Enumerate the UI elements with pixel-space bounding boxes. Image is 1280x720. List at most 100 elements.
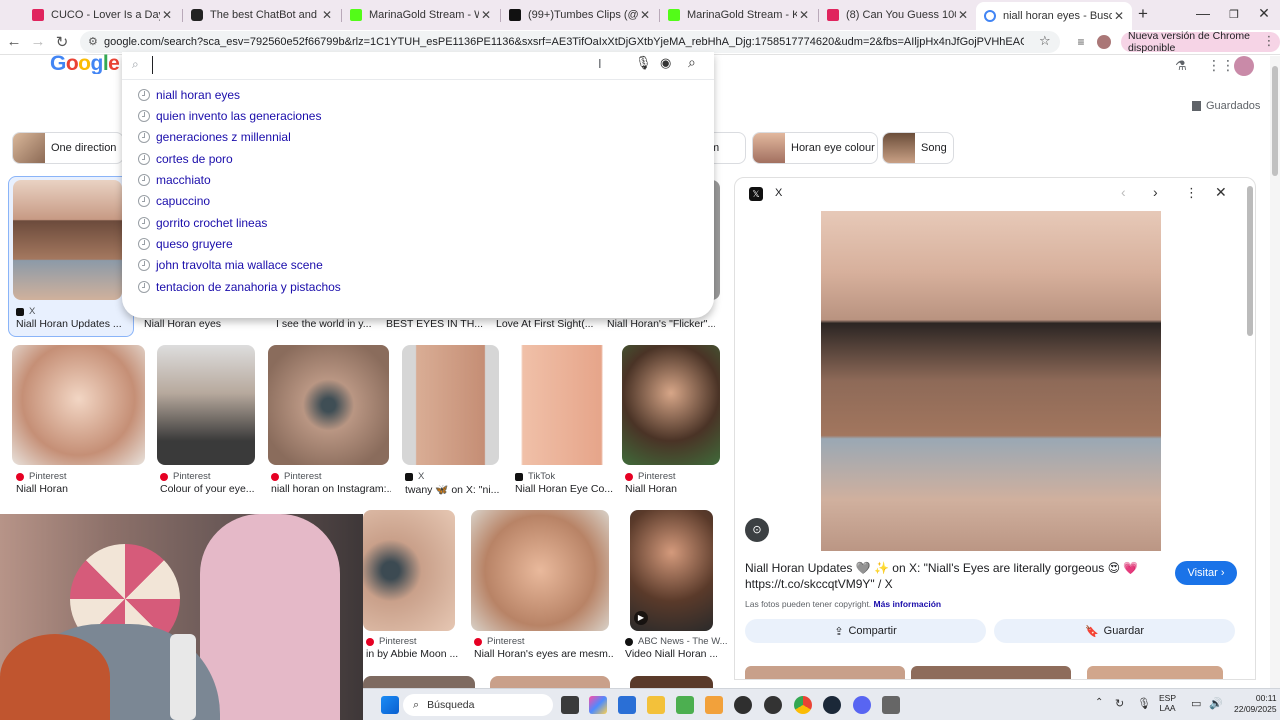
result-caption[interactable]: Niall Horan Eye Co... [515,483,615,495]
copilot-icon[interactable] [589,696,607,714]
result-image[interactable] [471,510,609,631]
store-icon[interactable] [618,696,636,714]
scroll-thumb[interactable] [1272,66,1278,176]
suggestion-item[interactable]: niall horan eyes [138,85,240,105]
result-caption[interactable]: Niall Horan eyes [144,318,264,330]
related-image[interactable] [911,666,1071,679]
result-caption[interactable]: in by Abbie Moon ... [366,648,458,660]
result-image[interactable] [363,510,455,631]
result-image[interactable] [630,676,713,688]
suggestion-item[interactable]: generaciones z millennial [138,127,291,147]
tab-3[interactable]: MarinaGold Stream - Watch Li ✕ [342,4,499,26]
back-icon[interactable]: ← [4,33,24,50]
suggestion-item[interactable]: cortes de poro [138,149,233,169]
minimize-icon[interactable]: — [1188,5,1218,21]
result-image[interactable] [490,676,610,688]
tab-4[interactable]: (99+)Tumbes Clips (@tumbes ✕ [501,4,658,26]
suggestion-item[interactable]: capuccino [138,191,210,211]
save-button[interactable]: 🔖 Guardar [994,619,1235,643]
panel-title[interactable]: Niall Horan Updates 🩶 ✨ on X: "Niall's E… [745,560,1155,592]
lens-icon[interactable]: ◉ [660,55,671,71]
network-icon[interactable]: ▭ [1191,697,1201,710]
play-icon[interactable]: ▶ [634,611,648,625]
tab-6[interactable]: (8) Can You Guess 100 Celebrit ✕ [819,4,976,26]
bookmark-star-icon[interactable]: ☆ [1039,33,1051,49]
media-controls-icon[interactable]: ≡ [1071,35,1091,49]
search-input[interactable] [152,56,572,74]
recording-app-icon[interactable] [764,696,782,714]
close-tab-icon[interactable]: ✕ [479,8,493,22]
saved-link[interactable]: Guardados [1192,100,1260,112]
result-caption[interactable]: Love At First Sight(... [496,318,596,330]
result-caption[interactable]: Niall Horan [625,483,725,495]
suggestion-item[interactable]: john travolta mia wallace scene [138,255,323,275]
app-icon[interactable] [705,696,723,714]
close-tab-icon[interactable]: ✕ [956,8,970,22]
minecraft-icon[interactable] [676,696,694,714]
close-window-icon[interactable]: ✕ [1249,5,1279,22]
search-submit-icon[interactable]: ⌕ [688,54,696,71]
result-caption[interactable]: Niall Horan Updates ... [16,318,128,330]
suggestion-item[interactable]: queso gruyere [138,234,233,254]
result-image[interactable] [12,345,145,465]
suggestion-item[interactable]: quien invento las generaciones [138,106,321,126]
close-tab-icon[interactable]: ✕ [638,8,652,22]
next-image-icon[interactable]: › [1153,184,1158,200]
task-view-icon[interactable] [561,696,579,714]
close-tab-icon[interactable]: ✕ [1112,9,1126,23]
obs-icon[interactable] [734,696,752,714]
address-bar[interactable]: ⚙ google.com/search?sca_esv=792560e52f66… [80,31,1060,53]
result-image[interactable] [157,345,255,465]
result-image[interactable]: ▶ [630,510,713,631]
result-caption[interactable]: Video Niall Horan ... [625,648,717,660]
reload-icon[interactable]: ↻ [52,33,72,51]
chip-song[interactable]: Song [882,132,954,164]
tab-1[interactable]: CUCO - Lover Is a Day (Audio) ✕ [24,4,180,26]
account-avatar[interactable] [1234,56,1254,76]
more-info-link[interactable]: Más información [874,599,942,609]
result-caption[interactable]: Niall Horan's "Flicker"... [607,318,715,330]
tab-2[interactable]: The best ChatBot and Widgets ✕ [183,4,340,26]
snipping-tool-icon[interactable] [882,696,900,714]
discord-icon[interactable] [853,696,871,714]
show-hidden-icons[interactable]: ⌃ [1095,697,1103,708]
file-explorer-icon[interactable] [647,696,665,714]
preview-image[interactable] [821,211,1161,551]
menu-icon[interactable]: ⋮ [1259,33,1279,49]
microphone-icon[interactable]: 🎙 [1137,697,1151,710]
related-image[interactable] [745,666,905,679]
taskbar-search[interactable]: ⌕ Búsqueda [403,694,553,716]
suggestion-item[interactable]: tentacion de zanahoria y pistachos [138,277,341,297]
windows-start-icon[interactable] [381,696,399,714]
result-image[interactable] [363,676,475,688]
prev-image-icon[interactable]: ‹ [1121,184,1126,200]
more-options-icon[interactable]: ⋮ [1185,185,1198,201]
close-tab-icon[interactable]: ✕ [320,8,334,22]
tab-active[interactable]: niall horan eyes - Buscar con G ✕ [976,2,1132,30]
google-logo[interactable]: Google [50,54,119,74]
close-tab-icon[interactable]: ✕ [160,8,174,22]
result-caption[interactable]: I see the world in y... [276,318,376,330]
result-caption[interactable]: niall horan on Instagram:... [271,483,391,495]
suggestion-item[interactable]: macchiato [138,170,211,190]
site-info-icon[interactable]: ⚙ [88,35,98,48]
microphone-icon[interactable]: 🎙 [635,55,652,71]
labs-icon[interactable]: ⚗ [1175,58,1187,74]
result-image[interactable] [402,345,499,465]
profile-avatar[interactable] [1097,35,1111,49]
result-caption[interactable]: twany 🦋 on X: "ni... [405,483,505,496]
close-tab-icon[interactable]: ✕ [797,8,811,22]
share-button[interactable]: ⇪ Compartir [745,619,986,643]
new-tab-button[interactable]: + [1128,4,1158,24]
close-panel-icon[interactable]: ✕ [1215,184,1227,201]
maximize-icon[interactable]: ❐ [1219,8,1249,21]
sync-icon[interactable]: ↻ [1115,697,1124,710]
steam-icon[interactable] [823,696,841,714]
chip-one-direction[interactable]: One direction [12,132,124,164]
result-caption[interactable]: Niall Horan [16,483,141,495]
tab-5[interactable]: MarinaGold Stream - Kick Dash ✕ [660,4,817,26]
result-image[interactable] [513,345,611,465]
input-language[interactable]: ESP LAA [1159,693,1176,713]
apps-grid-icon[interactable]: ⋮⋮ [1207,57,1235,74]
visit-button[interactable]: Visitar › [1175,561,1237,585]
